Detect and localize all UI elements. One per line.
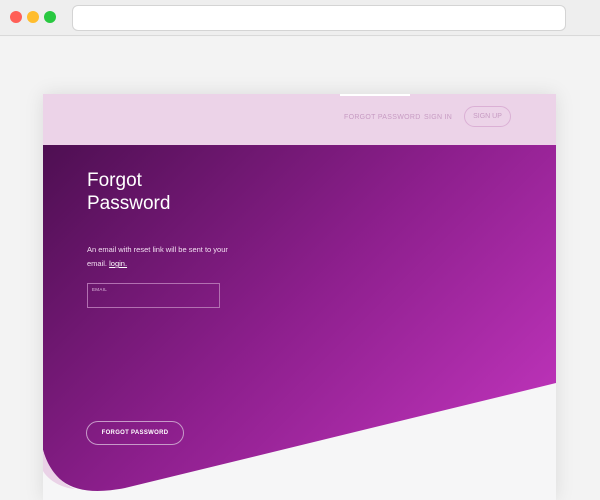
minimize-window-button[interactable] xyxy=(27,11,39,23)
address-bar[interactable] xyxy=(72,5,566,31)
reset-description: An email with reset link will be sent to… xyxy=(87,243,237,271)
page-title: Forgot Password xyxy=(87,169,227,215)
browser-toolbar xyxy=(0,0,600,36)
email-field[interactable]: EMAIL xyxy=(87,283,220,308)
site-frame: FORGOT PASSWORD SIGN IN SIGN UP Forgot P… xyxy=(43,94,556,500)
hero-section: Forgot Password An email with reset link… xyxy=(43,145,556,500)
active-nav-indicator xyxy=(340,94,410,96)
page-title-line1: Forgot xyxy=(87,170,142,191)
email-field-label: EMAIL xyxy=(92,287,108,292)
login-link[interactable]: login. xyxy=(109,259,127,268)
nav-sign-in-link[interactable]: SIGN IN xyxy=(424,114,452,121)
maximize-window-button[interactable] xyxy=(44,11,56,23)
forgot-password-submit-button[interactable]: FORGOT PASSWORD xyxy=(86,421,184,445)
email-input[interactable] xyxy=(92,294,216,306)
top-navigation: FORGOT PASSWORD SIGN IN SIGN UP xyxy=(43,94,556,145)
page-title-line2: Password xyxy=(87,193,171,214)
close-window-button[interactable] xyxy=(10,11,22,23)
nav-forgot-password-link[interactable]: FORGOT PASSWORD xyxy=(344,114,421,121)
sign-up-button[interactable]: SIGN UP xyxy=(464,106,511,127)
